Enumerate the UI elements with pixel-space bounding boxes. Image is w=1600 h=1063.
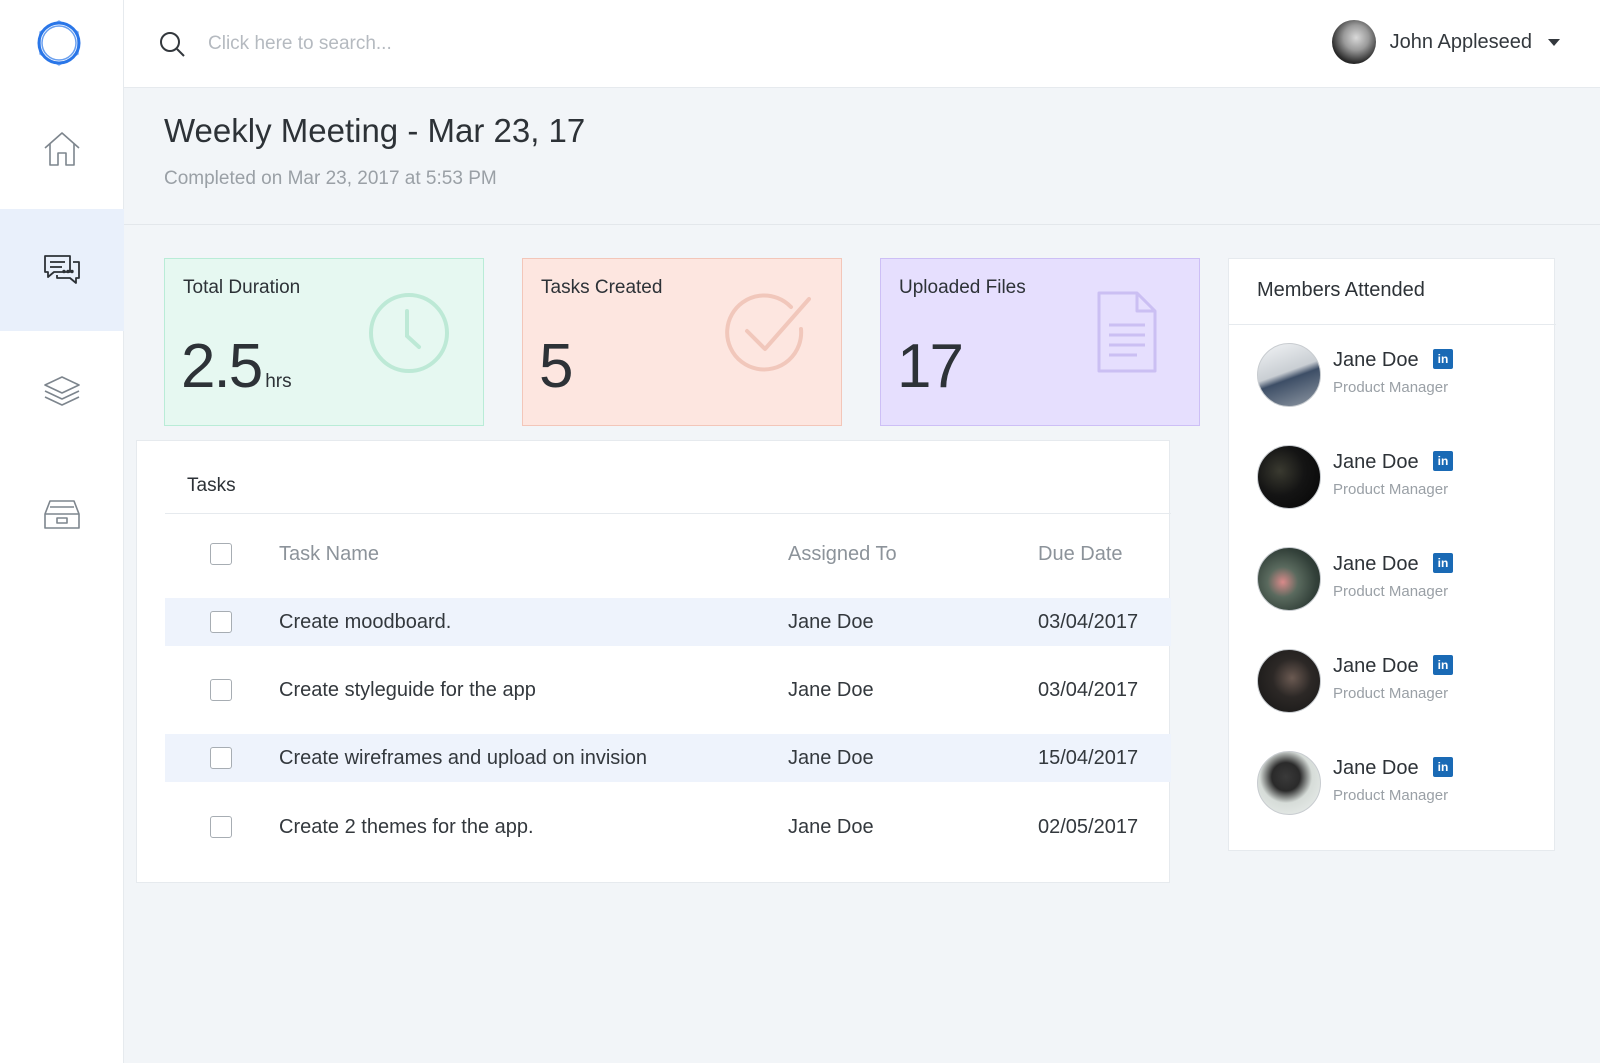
row-checkbox[interactable] — [210, 816, 232, 838]
chevron-down-icon[interactable] — [1548, 38, 1560, 46]
column-header-task-name[interactable]: Task Name — [279, 543, 379, 566]
task-name: Create styleguide for the app — [279, 678, 536, 701]
linkedin-icon[interactable]: in — [1433, 757, 1453, 777]
document-icon — [1097, 291, 1157, 373]
table-row[interactable]: Create styleguide for the app Jane Doe 0… — [165, 666, 1171, 714]
column-header-assigned-to[interactable]: Assigned To — [788, 543, 897, 566]
stat-value: 17 — [897, 332, 964, 401]
clock-icon — [369, 293, 449, 373]
table-row[interactable]: Create 2 themes for the app. Jane Doe 02… — [165, 803, 1171, 851]
sidebar-item-home[interactable] — [0, 88, 124, 210]
page-header: Weekly Meeting - Mar 23, 17 Completed on… — [124, 88, 1600, 225]
task-assignee: Jane Doe — [788, 815, 874, 838]
member-name: Jane Doe — [1333, 757, 1419, 779]
member-item[interactable]: Jane Doe in Product Manager — [1257, 547, 1537, 613]
sidebar — [0, 0, 124, 1063]
task-due-date: 03/04/2017 — [1038, 610, 1139, 633]
member-item[interactable]: Jane Doe in Product Manager — [1257, 445, 1537, 511]
user-name: John Appleseed — [1389, 30, 1532, 53]
table-row[interactable]: Create wireframes and upload on invision… — [165, 734, 1171, 782]
top-bar: John Appleseed — [124, 0, 1600, 88]
avatar — [1331, 20, 1376, 64]
task-due-date: 15/04/2017 — [1038, 746, 1139, 769]
linkedin-icon[interactable]: in — [1433, 451, 1453, 471]
task-name: Create moodboard. — [279, 610, 452, 633]
stat-label: Uploaded Files — [899, 277, 1026, 298]
stat-unit: hrs — [265, 371, 292, 392]
member-role: Product Manager — [1333, 583, 1449, 600]
stat-label: Tasks Created — [541, 277, 663, 298]
member-item[interactable]: Jane Doe in Product Manager — [1257, 343, 1537, 409]
task-assignee: Jane Doe — [788, 610, 874, 633]
linkedin-icon[interactable]: in — [1433, 655, 1453, 675]
search-icon[interactable] — [158, 30, 186, 58]
linkedin-icon[interactable]: in — [1433, 349, 1453, 369]
task-name: Create wireframes and upload on invision — [279, 746, 647, 769]
task-due-date: 03/04/2017 — [1038, 678, 1139, 701]
divider — [165, 513, 1171, 514]
page-subtitle: Completed on Mar 23, 2017 at 5:53 PM — [164, 168, 497, 189]
task-assignee: Jane Doe — [788, 678, 874, 701]
home-icon — [44, 132, 80, 166]
avatar — [1257, 547, 1321, 611]
task-due-date: 02/05/2017 — [1038, 815, 1139, 838]
members-panel: Members Attended Jane Doe in Product Man… — [1228, 258, 1556, 851]
member-role: Product Manager — [1333, 787, 1449, 804]
select-all-checkbox[interactable] — [210, 543, 232, 565]
search-input[interactable] — [208, 26, 808, 62]
member-role: Product Manager — [1333, 481, 1449, 498]
avatar — [1257, 343, 1321, 407]
member-role: Product Manager — [1333, 379, 1449, 396]
avatar — [1257, 445, 1321, 509]
stat-card-tasks: Tasks Created 5 — [522, 258, 842, 426]
task-name: Create 2 themes for the app. — [279, 815, 534, 838]
row-checkbox[interactable] — [210, 747, 232, 769]
member-item[interactable]: Jane Doe in Product Manager — [1257, 751, 1537, 817]
task-assignee: Jane Doe — [788, 746, 874, 769]
stat-value: 5 — [539, 332, 574, 401]
column-header-due-date[interactable]: Due Date — [1038, 543, 1123, 566]
checkmark-icon — [725, 293, 811, 372]
layers-icon — [44, 376, 80, 406]
member-role: Product Manager — [1333, 685, 1449, 702]
user-menu[interactable]: John Appleseed — [1331, 19, 1560, 65]
app-logo-icon[interactable] — [34, 18, 84, 68]
table-header: Task Name Assigned To Due Date — [165, 530, 1171, 578]
tasks-title: Tasks — [187, 475, 236, 496]
avatar — [1257, 751, 1321, 815]
members-title: Members Attended — [1257, 279, 1425, 301]
sidebar-item-meetings[interactable] — [0, 209, 124, 331]
table-row[interactable]: Create moodboard. Jane Doe 03/04/2017 — [165, 598, 1171, 646]
stat-card-files: Uploaded Files 17 — [880, 258, 1200, 426]
member-name: Jane Doe — [1333, 655, 1419, 677]
chat-icon — [44, 255, 80, 284]
page-title: Weekly Meeting - Mar 23, 17 — [164, 112, 586, 149]
row-checkbox[interactable] — [210, 611, 232, 633]
row-checkbox[interactable] — [210, 679, 232, 701]
member-item[interactable]: Jane Doe in Product Manager — [1257, 649, 1537, 715]
linkedin-icon[interactable]: in — [1433, 553, 1453, 573]
tasks-panel: Tasks Task Name Assigned To Due Date Cre… — [136, 440, 1171, 883]
sidebar-item-layers[interactable] — [0, 331, 124, 453]
member-name: Jane Doe — [1333, 553, 1419, 575]
member-name: Jane Doe — [1333, 349, 1419, 371]
stat-label: Total Duration — [183, 277, 301, 298]
member-name: Jane Doe — [1333, 451, 1419, 473]
archive-icon — [44, 500, 80, 529]
divider — [1229, 324, 1556, 325]
stat-value: 2.5 hrs — [181, 332, 292, 401]
avatar — [1257, 649, 1321, 713]
sidebar-item-archive[interactable] — [0, 453, 124, 575]
stat-card-duration: Total Duration 2.5 hrs — [164, 258, 484, 426]
